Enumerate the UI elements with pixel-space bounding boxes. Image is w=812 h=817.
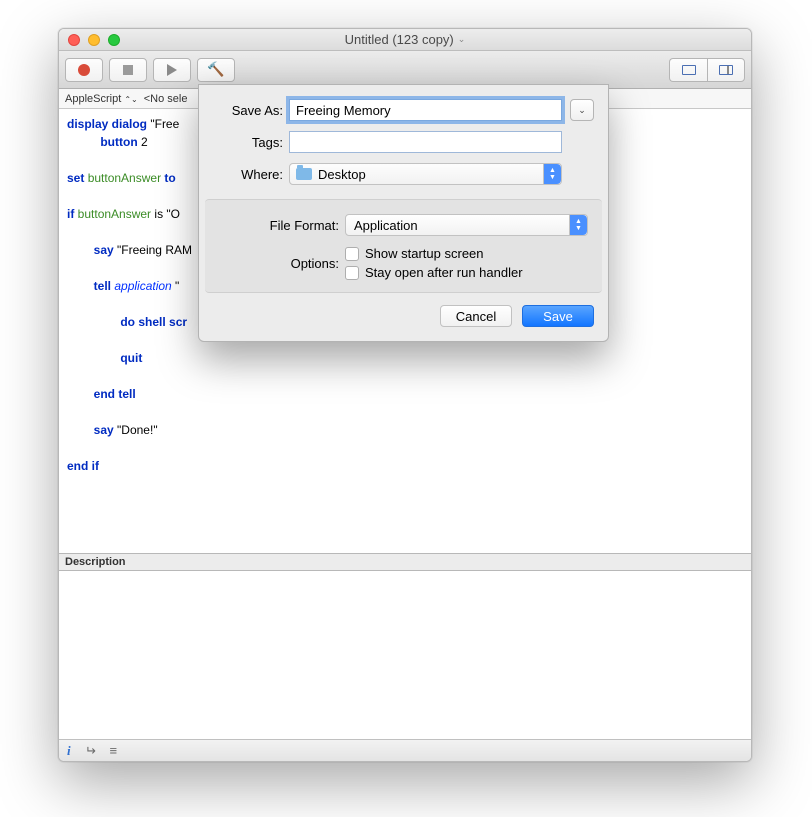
window-title: Untitled (123 copy): [345, 32, 454, 47]
file-format-value: Application: [354, 218, 418, 233]
log-icon[interactable]: ≡: [110, 743, 116, 758]
stay-open-option[interactable]: Stay open after run handler: [345, 265, 523, 280]
play-icon: [167, 64, 177, 76]
record-button[interactable]: [65, 58, 103, 82]
tags-label: Tags:: [213, 135, 283, 150]
hammer-icon: 🔨: [207, 61, 224, 78]
save-as-input[interactable]: [289, 99, 562, 121]
where-label: Where:: [213, 167, 283, 182]
show-startup-screen-option[interactable]: Show startup screen: [345, 246, 523, 261]
checkbox-icon: [345, 266, 359, 280]
where-value: Desktop: [318, 167, 366, 182]
select-arrows-icon: ▲▼: [543, 164, 561, 184]
statusbar: i ↵ ≡: [59, 739, 751, 761]
info-icon[interactable]: i: [67, 743, 71, 759]
view-normal-icon: [682, 65, 696, 75]
checkbox-icon: [345, 247, 359, 261]
description-area[interactable]: [59, 571, 751, 739]
cancel-button[interactable]: Cancel: [440, 305, 512, 327]
options-label: Options:: [219, 256, 339, 271]
where-select[interactable]: Desktop ▲▼: [289, 163, 562, 185]
file-format-label: File Format:: [219, 218, 339, 233]
view-normal-button[interactable]: [669, 58, 707, 82]
expand-save-panel-button[interactable]: ⌄: [570, 99, 594, 121]
view-split-icon: [719, 65, 733, 75]
record-icon: [78, 64, 90, 76]
tags-input[interactable]: [289, 131, 562, 153]
run-button[interactable]: [153, 58, 191, 82]
folder-icon: [296, 168, 312, 180]
title-dropdown-icon[interactable]: ⌄: [458, 34, 466, 45]
file-format-select[interactable]: Application ▲▼: [345, 214, 588, 236]
result-icon[interactable]: ↵: [85, 743, 96, 759]
chevron-down-icon: ⌄: [578, 105, 586, 116]
stop-icon: [123, 65, 133, 75]
compile-button[interactable]: 🔨: [197, 58, 235, 82]
titlebar[interactable]: Untitled (123 copy) ⌄: [59, 29, 751, 51]
language-popup[interactable]: AppleScript ⌃⌄: [65, 93, 138, 105]
select-arrows-icon: ▲▼: [569, 215, 587, 235]
stop-button[interactable]: [109, 58, 147, 82]
save-button[interactable]: Save: [522, 305, 594, 327]
save-as-label: Save As:: [213, 103, 283, 118]
view-split-button[interactable]: [707, 58, 745, 82]
save-dialog: Save As: ⌄ Tags: Where: Desktop ▲▼ File …: [198, 84, 609, 342]
selection-popup[interactable]: <No sele: [144, 93, 188, 105]
description-header: Description: [59, 553, 751, 571]
